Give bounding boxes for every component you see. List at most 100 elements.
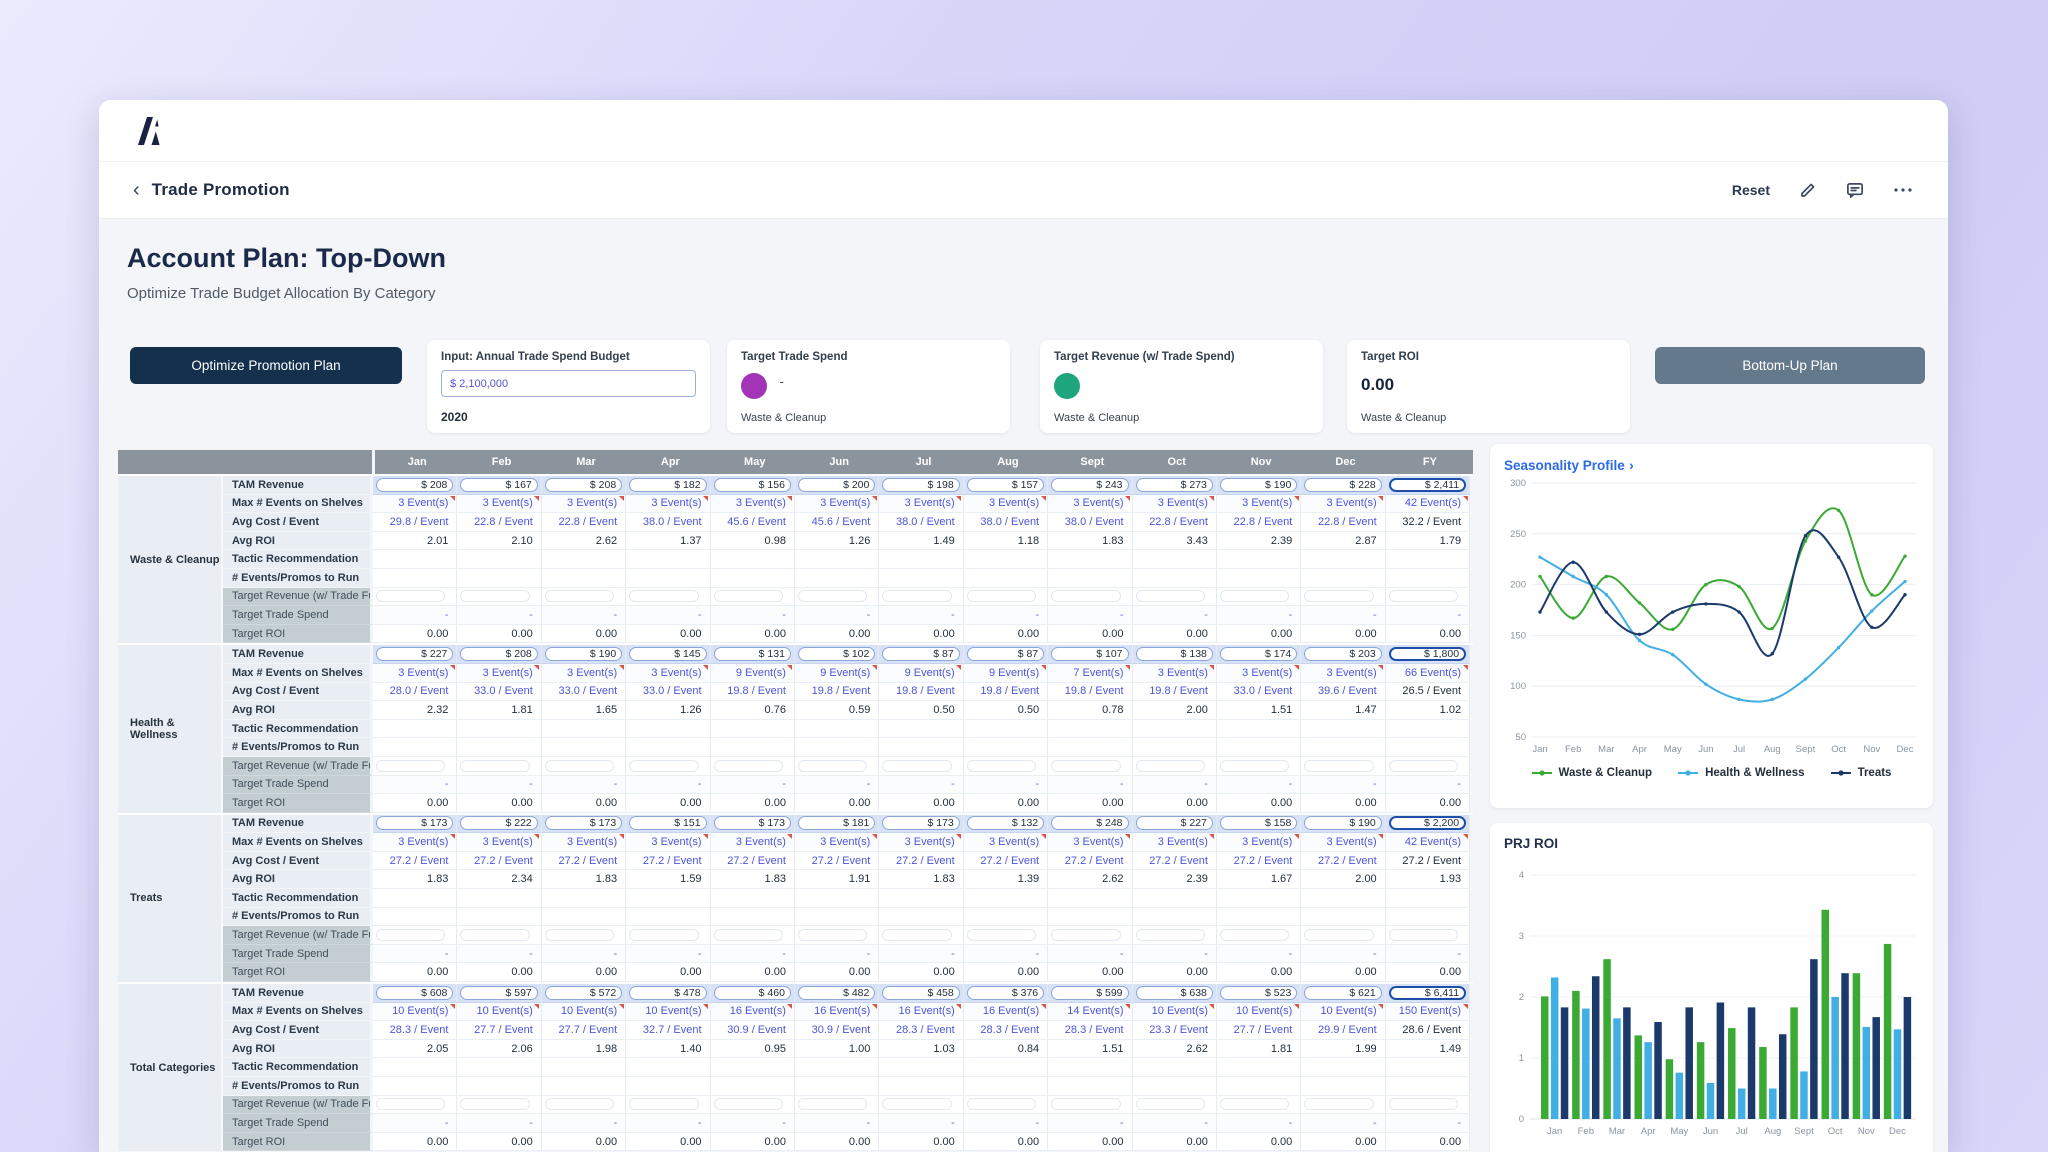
table-cell[interactable]: - <box>457 776 541 795</box>
table-cell[interactable]: 3 Event(s) <box>1048 495 1132 514</box>
table-cell[interactable]: - <box>795 945 879 964</box>
table-cell[interactable] <box>795 738 879 757</box>
table-cell[interactable] <box>964 889 1048 908</box>
table-cell[interactable] <box>1301 889 1385 908</box>
table-cell[interactable]: $ 273 <box>1133 476 1217 495</box>
table-cell[interactable]: - <box>457 606 541 625</box>
table-cell[interactable] <box>964 926 1048 945</box>
table-cell[interactable] <box>373 738 457 757</box>
table-cell[interactable]: 27.7 / Event <box>457 1021 541 1040</box>
table-cell[interactable] <box>1048 1077 1132 1096</box>
table-cell[interactable] <box>795 550 879 569</box>
column-header[interactable]: Nov <box>1219 450 1303 474</box>
table-cell[interactable]: 3 Event(s) <box>626 664 710 683</box>
table-cell[interactable] <box>1217 1077 1301 1096</box>
table-cell[interactable]: 0.00 <box>1386 963 1470 982</box>
table-cell[interactable] <box>1048 1096 1132 1115</box>
table-cell[interactable]: 3 Event(s) <box>373 664 457 683</box>
table-cell[interactable]: 1.79 <box>1386 532 1470 551</box>
table-cell[interactable]: 0.00 <box>1217 963 1301 982</box>
table-cell[interactable]: $ 190 <box>542 645 626 664</box>
table-cell[interactable]: $ 138 <box>1133 645 1217 664</box>
table-cell[interactable]: 0.78 <box>1048 701 1132 720</box>
table-cell[interactable]: 3 Event(s) <box>1133 664 1217 683</box>
table-cell[interactable] <box>795 908 879 927</box>
table-cell[interactable] <box>626 720 710 739</box>
table-cell[interactable] <box>879 550 963 569</box>
table-cell[interactable]: 1.81 <box>457 701 541 720</box>
table-cell[interactable] <box>964 720 1048 739</box>
column-header[interactable]: May <box>713 450 797 474</box>
table-cell[interactable] <box>795 1096 879 1115</box>
table-cell[interactable] <box>1301 1058 1385 1077</box>
table-cell[interactable]: $ 222 <box>457 815 541 834</box>
table-cell[interactable]: - <box>626 776 710 795</box>
table-cell[interactable]: - <box>711 1114 795 1133</box>
table-cell[interactable]: 0.50 <box>879 701 963 720</box>
table-cell[interactable]: 1.00 <box>795 1040 879 1059</box>
table-cell[interactable]: - <box>373 1114 457 1133</box>
table-cell[interactable]: 0.00 <box>542 794 626 813</box>
table-cell[interactable]: - <box>1386 776 1470 795</box>
table-cell[interactable] <box>457 1058 541 1077</box>
table-cell[interactable]: - <box>879 606 963 625</box>
table-cell[interactable]: 2.87 <box>1301 532 1385 551</box>
table-cell[interactable]: 23.3 / Event <box>1133 1021 1217 1040</box>
table-cell[interactable]: 3 Event(s) <box>1217 833 1301 852</box>
table-cell[interactable]: 3 Event(s) <box>711 833 795 852</box>
table-cell[interactable] <box>373 908 457 927</box>
table-cell[interactable]: $ 2,200 <box>1386 815 1470 834</box>
table-cell[interactable]: 3 Event(s) <box>1217 495 1301 514</box>
table-cell[interactable]: 0.00 <box>457 625 541 644</box>
table-cell[interactable] <box>1301 720 1385 739</box>
table-cell[interactable] <box>1217 889 1301 908</box>
table-cell[interactable] <box>964 569 1048 588</box>
table-cell[interactable]: - <box>1133 606 1217 625</box>
table-cell[interactable]: - <box>373 776 457 795</box>
table-cell[interactable] <box>1133 588 1217 607</box>
table-cell[interactable] <box>542 908 626 927</box>
table-cell[interactable]: 2.39 <box>1133 870 1217 889</box>
table-cell[interactable]: $ 482 <box>795 984 879 1003</box>
table-cell[interactable] <box>1048 550 1132 569</box>
table-cell[interactable] <box>1133 757 1217 776</box>
table-cell[interactable] <box>457 889 541 908</box>
table-cell[interactable]: $ 599 <box>1048 984 1132 1003</box>
table-cell[interactable] <box>1217 588 1301 607</box>
table-cell[interactable]: 27.2 / Event <box>964 852 1048 871</box>
table-cell[interactable]: 0.00 <box>879 963 963 982</box>
table-cell[interactable] <box>879 908 963 927</box>
table-cell[interactable]: 1.51 <box>1048 1040 1132 1059</box>
table-cell[interactable]: 38.0 / Event <box>964 513 1048 532</box>
table-cell[interactable] <box>1048 908 1132 927</box>
bottom-up-plan-button[interactable]: Bottom-Up Plan <box>1655 347 1925 384</box>
table-cell[interactable]: 3 Event(s) <box>457 495 541 514</box>
table-cell[interactable]: 0.59 <box>795 701 879 720</box>
table-cell[interactable]: $ 132 <box>964 815 1048 834</box>
table-cell[interactable] <box>1301 738 1385 757</box>
table-cell[interactable] <box>711 1058 795 1077</box>
table-cell[interactable]: 28.3 / Event <box>373 1021 457 1040</box>
table-cell[interactable]: $ 182 <box>626 476 710 495</box>
table-cell[interactable]: 3 Event(s) <box>457 833 541 852</box>
table-cell[interactable]: - <box>1048 945 1132 964</box>
column-header[interactable]: Jun <box>797 450 881 474</box>
table-cell[interactable]: 27.7 / Event <box>1217 1021 1301 1040</box>
table-cell[interactable]: $ 248 <box>1048 815 1132 834</box>
table-cell[interactable]: 1.37 <box>626 532 710 551</box>
table-cell[interactable] <box>879 926 963 945</box>
table-cell[interactable]: 2.62 <box>1048 870 1132 889</box>
table-cell[interactable]: 0.76 <box>711 701 795 720</box>
table-cell[interactable]: 3 Event(s) <box>373 495 457 514</box>
table-cell[interactable]: $ 173 <box>879 815 963 834</box>
table-cell[interactable] <box>373 926 457 945</box>
table-cell[interactable] <box>542 720 626 739</box>
table-cell[interactable] <box>626 926 710 945</box>
table-cell[interactable] <box>542 889 626 908</box>
table-cell[interactable]: 29.9 / Event <box>1301 1021 1385 1040</box>
table-cell[interactable]: 3 Event(s) <box>1133 495 1217 514</box>
table-cell[interactable] <box>711 889 795 908</box>
table-cell[interactable]: $ 200 <box>795 476 879 495</box>
table-cell[interactable]: 0.00 <box>964 794 1048 813</box>
table-cell[interactable]: $ 87 <box>964 645 1048 664</box>
